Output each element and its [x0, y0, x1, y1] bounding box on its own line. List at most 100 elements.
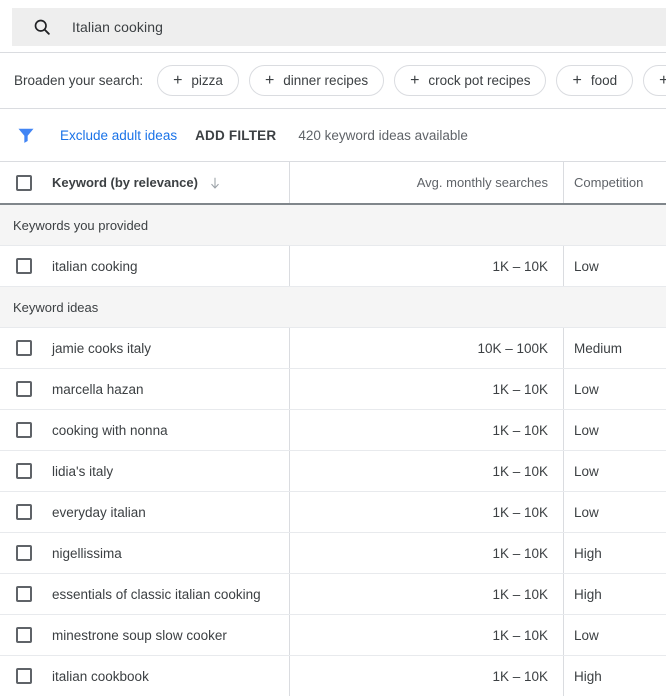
keyword-text: jamie cooks italy	[52, 341, 151, 356]
row-cell-keyword: nigellissima	[0, 533, 289, 573]
plus-icon: +	[659, 73, 666, 89]
row-cell-keyword: italian cooking	[0, 246, 289, 286]
column-divider-1	[289, 574, 290, 614]
competition-text: Low	[574, 464, 599, 479]
row-checkbox[interactable]	[16, 586, 32, 602]
section-title: Keywords you provided	[13, 218, 148, 233]
add-filter-button[interactable]: ADD FILTER	[195, 128, 276, 143]
column-divider-1	[289, 533, 290, 573]
keyword-text: everyday italian	[52, 505, 146, 520]
row-checkbox[interactable]	[16, 668, 32, 684]
exclude-adult-ideas-link[interactable]: Exclude adult ideas	[60, 128, 177, 143]
volume-text: 1K – 10K	[492, 423, 548, 438]
competition-text: Low	[574, 423, 599, 438]
broaden-chip-dinner-recipes[interactable]: + dinner recipes	[249, 65, 384, 96]
broaden-chip-label: dinner recipes	[283, 73, 368, 88]
arrow-down-icon[interactable]	[208, 176, 222, 190]
row-cell-competition: Low	[563, 451, 666, 491]
volume-text: 1K – 10K	[492, 464, 548, 479]
row-cell-competition: High	[563, 533, 666, 573]
table-row[interactable]: nigellissima 1K – 10K High	[0, 533, 666, 574]
keyword-text: marcella hazan	[52, 382, 144, 397]
plus-icon: +	[410, 73, 419, 89]
broaden-search-label: Broaden your search:	[14, 73, 143, 88]
header-cell-competition[interactable]: Competition	[563, 162, 666, 203]
column-divider-1	[289, 328, 290, 368]
table-row[interactable]: essentials of classic italian cooking 1K…	[0, 574, 666, 615]
row-checkbox[interactable]	[16, 504, 32, 520]
row-checkbox[interactable]	[16, 381, 32, 397]
competition-text: Low	[574, 259, 599, 274]
row-cell-volume: 1K – 10K	[289, 451, 563, 491]
header-keyword-label: Keyword (by relevance)	[52, 175, 198, 190]
row-cell-volume: 1K – 10K	[289, 492, 563, 532]
header-cell-avg-monthly-searches[interactable]: Avg. monthly searches	[289, 162, 563, 203]
row-checkbox[interactable]	[16, 545, 32, 561]
search-query-value: Italian cooking	[72, 19, 163, 35]
row-cell-competition: High	[563, 574, 666, 614]
table-row[interactable]: everyday italian 1K – 10K Low	[0, 492, 666, 533]
row-cell-competition: Low	[563, 492, 666, 532]
competition-text: Medium	[574, 341, 622, 356]
competition-text: Low	[574, 628, 599, 643]
select-all-checkbox[interactable]	[16, 175, 32, 191]
column-divider-2	[563, 369, 564, 409]
column-divider-2	[563, 533, 564, 573]
row-cell-volume: 1K – 10K	[289, 574, 563, 614]
search-icon	[32, 17, 52, 37]
broaden-chip-recipe[interactable]: + recipe	[643, 65, 666, 96]
broaden-chip-food[interactable]: + food	[556, 65, 633, 96]
broaden-chip-pizza[interactable]: + pizza	[157, 65, 239, 96]
row-cell-keyword: marcella hazan	[0, 369, 289, 409]
table-row[interactable]: minestrone soup slow cooker 1K – 10K Low	[0, 615, 666, 656]
competition-text: Low	[574, 505, 599, 520]
table-row[interactable]: marcella hazan 1K – 10K Low	[0, 369, 666, 410]
table-row[interactable]: cooking with nonna 1K – 10K Low	[0, 410, 666, 451]
column-divider-2	[563, 656, 564, 696]
table-header-row: Keyword (by relevance) Avg. monthly sear…	[0, 162, 666, 203]
volume-text: 1K – 10K	[492, 382, 548, 397]
filter-funnel-icon[interactable]	[16, 125, 36, 145]
row-checkbox[interactable]	[16, 422, 32, 438]
column-divider-2	[563, 492, 564, 532]
table-row[interactable]: lidia's italy 1K – 10K Low	[0, 451, 666, 492]
row-cell-volume: 1K – 10K	[289, 615, 563, 655]
filter-toolbar: Exclude adult ideas ADD FILTER 420 keywo…	[0, 109, 666, 161]
column-divider-2	[563, 328, 564, 368]
volume-text: 1K – 10K	[492, 546, 548, 561]
row-cell-competition: High	[563, 656, 666, 696]
row-checkbox[interactable]	[16, 463, 32, 479]
row-cell-competition: Low	[563, 369, 666, 409]
keyword-text: italian cooking	[52, 259, 138, 274]
row-checkbox[interactable]	[16, 627, 32, 643]
column-divider-2	[563, 246, 564, 286]
header-cell-keyword: Keyword (by relevance)	[0, 162, 289, 203]
row-checkbox[interactable]	[16, 258, 32, 274]
header-competition-label: Competition	[574, 175, 643, 190]
column-divider-2	[563, 451, 564, 491]
section-title: Keyword ideas	[13, 300, 98, 315]
row-cell-keyword: lidia's italy	[0, 451, 289, 491]
column-divider-1	[289, 162, 290, 203]
keyword-ideas-table: Keyword (by relevance) Avg. monthly sear…	[0, 162, 666, 696]
column-divider-2	[563, 410, 564, 450]
search-input[interactable]: Italian cooking	[12, 8, 666, 46]
table-row[interactable]: italian cookbook 1K – 10K High	[0, 656, 666, 696]
plus-icon: +	[572, 73, 581, 89]
table-row[interactable]: italian cooking 1K – 10K Low	[0, 246, 666, 287]
column-divider-1	[289, 656, 290, 696]
row-cell-volume: 10K – 100K	[289, 328, 563, 368]
plus-icon: +	[173, 73, 182, 89]
row-cell-competition: Low	[563, 246, 666, 286]
row-cell-keyword: italian cookbook	[0, 656, 289, 696]
section-header-keyword-ideas: Keyword ideas	[0, 287, 666, 328]
row-cell-keyword: everyday italian	[0, 492, 289, 532]
table-row[interactable]: jamie cooks italy 10K – 100K Medium	[0, 328, 666, 369]
row-cell-competition: Medium	[563, 328, 666, 368]
broaden-search-row: Broaden your search: + pizza + dinner re…	[0, 53, 666, 108]
broaden-chip-crock-pot-recipes[interactable]: + crock pot recipes	[394, 65, 546, 96]
column-divider-1	[289, 492, 290, 532]
broaden-chip-label: pizza	[191, 73, 223, 88]
row-checkbox[interactable]	[16, 340, 32, 356]
column-divider-1	[289, 451, 290, 491]
